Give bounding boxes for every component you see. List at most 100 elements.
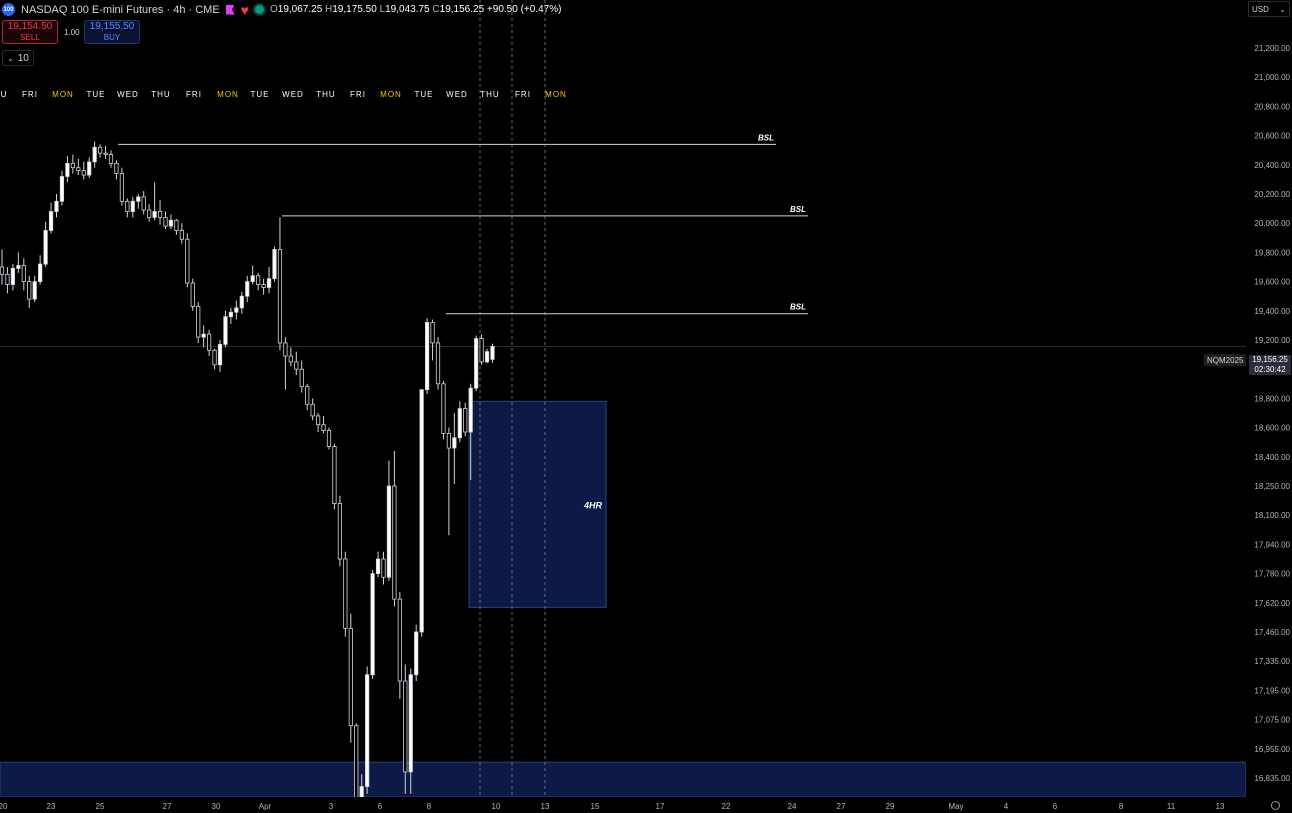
candle-body — [310, 403, 315, 417]
time-tick-label: 30 — [212, 802, 221, 811]
time-tick-label: May — [948, 802, 963, 811]
weekday-label: TUE — [87, 90, 106, 99]
time-tick-label: 29 — [886, 802, 895, 811]
candle-body — [27, 281, 32, 300]
candle-body — [430, 322, 435, 344]
candle-body — [261, 284, 266, 288]
buy-label: BUY — [103, 32, 121, 42]
price-tick-label: 16,955.00 — [1254, 745, 1290, 754]
candle-body — [147, 209, 152, 218]
candle-body — [365, 674, 370, 787]
candle-body — [81, 170, 86, 176]
price-chart[interactable]: 4HR BSL BSL BSL U FRI MON TUE WED THU FRI MON TUE W… — [0, 0, 1292, 813]
candle-body — [92, 146, 97, 163]
price-tick-label: 21,000.00 — [1254, 73, 1290, 82]
symbol-title[interactable]: NASDAQ 100 E-mini Futures · 4h · CME — [21, 4, 220, 16]
time-tick-label: 15 — [591, 802, 600, 811]
price-tick-label: 18,600.00 — [1254, 424, 1290, 433]
price-tick-label: 20,400.00 — [1254, 161, 1290, 170]
candle-body — [354, 725, 359, 804]
candle-body — [299, 368, 304, 388]
candle-body — [54, 200, 59, 212]
candle-body — [245, 281, 250, 297]
candle-body — [272, 249, 277, 280]
candle-body — [103, 152, 108, 155]
time-tick-label: 22 — [722, 802, 731, 811]
bsl-label: BSL — [790, 205, 806, 214]
flag-icon[interactable] — [225, 4, 235, 15]
settings-icon[interactable] — [1271, 801, 1280, 810]
currency-select[interactable]: USD ⌄ — [1248, 1, 1290, 17]
candle-body — [59, 176, 65, 202]
candle-body — [43, 230, 48, 265]
weekday-label: FRI — [350, 90, 366, 99]
candle-body — [419, 389, 424, 633]
candle-body — [424, 322, 430, 391]
candle-body — [5, 273, 10, 285]
candle-body — [315, 415, 321, 426]
candle-body — [381, 558, 386, 578]
supply-zone — [0, 761, 1247, 798]
weekday-label: WED — [117, 90, 139, 99]
candle-body — [0, 266, 5, 275]
candle-body — [288, 355, 293, 363]
close-value: 19,156.25 — [439, 4, 485, 15]
candle-body — [196, 306, 201, 338]
candle-body — [452, 437, 457, 449]
weekday-labels: U FRI MON TUE WED THU FRI MON TUE WED THU FRI MON TUE… — [1, 90, 566, 99]
candle-body — [490, 345, 495, 360]
weekday-label: U — [1, 90, 8, 99]
candle-body — [174, 219, 179, 231]
candle-body — [283, 342, 288, 357]
candle-body — [206, 333, 212, 351]
price-tick-label: 20,200.00 — [1254, 190, 1290, 199]
candle-body — [228, 311, 233, 318]
candle-body — [234, 307, 239, 313]
sell-button[interactable]: 19,154.50 SELL — [2, 20, 58, 44]
bar-countdown: 02:30:42 — [1254, 365, 1286, 374]
time-tick-label: 6 — [378, 802, 383, 811]
time-tick-label: 20 — [0, 802, 8, 811]
currency-label: USD — [1252, 4, 1269, 14]
candle-body — [201, 333, 206, 338]
weekday-label: THU — [480, 90, 499, 99]
candle-body — [392, 485, 397, 600]
candle-body — [250, 275, 255, 283]
time-tick-label: 8 — [427, 802, 432, 811]
zones-layer: 4HR — [0, 400, 1247, 798]
candle-body — [446, 433, 452, 449]
close-label: C — [432, 4, 440, 15]
candle-body — [21, 265, 26, 283]
price-tick-label: 18,250.00 — [1254, 482, 1290, 491]
time-tick-label: 11 — [1167, 802, 1176, 811]
time-tick-label: 27 — [837, 802, 846, 811]
price-tick-label: 17,620.00 — [1254, 599, 1290, 608]
order-quantity[interactable]: 1.00 — [64, 28, 80, 37]
candle-body — [468, 387, 473, 433]
time-tick-label: 4 — [1004, 802, 1009, 811]
candle-body — [179, 230, 184, 240]
candle-body — [403, 680, 408, 773]
time-tick-label: 8 — [1119, 802, 1124, 811]
candle-body — [435, 342, 441, 385]
buy-button[interactable]: 19,155.50 BUY — [84, 20, 140, 44]
price-tick-label: 18,100.00 — [1254, 511, 1290, 520]
price-tick-label: 18,400.00 — [1254, 453, 1290, 462]
weekday-label: WED — [446, 90, 468, 99]
weekday-label: WED — [282, 90, 304, 99]
candle-body — [125, 200, 130, 212]
candle-body — [48, 211, 54, 231]
heart-icon[interactable]: ♥ — [241, 3, 249, 17]
last-price: 19,156.25 — [1252, 355, 1288, 364]
low-value: 19,043.75 — [385, 4, 430, 15]
candle-body — [157, 211, 163, 218]
indicator-toggle[interactable]: ⌄ 10 — [2, 50, 34, 66]
time-tick-label: 25 — [96, 802, 105, 811]
candle-body — [185, 238, 190, 284]
time-tick-label: 13 — [1216, 802, 1225, 811]
candle-body — [277, 249, 283, 344]
time-axis-background — [0, 797, 1292, 813]
buy-price: 19,155.50 — [89, 20, 135, 32]
sell-label: SELL — [20, 32, 40, 42]
candle-body — [217, 343, 223, 366]
